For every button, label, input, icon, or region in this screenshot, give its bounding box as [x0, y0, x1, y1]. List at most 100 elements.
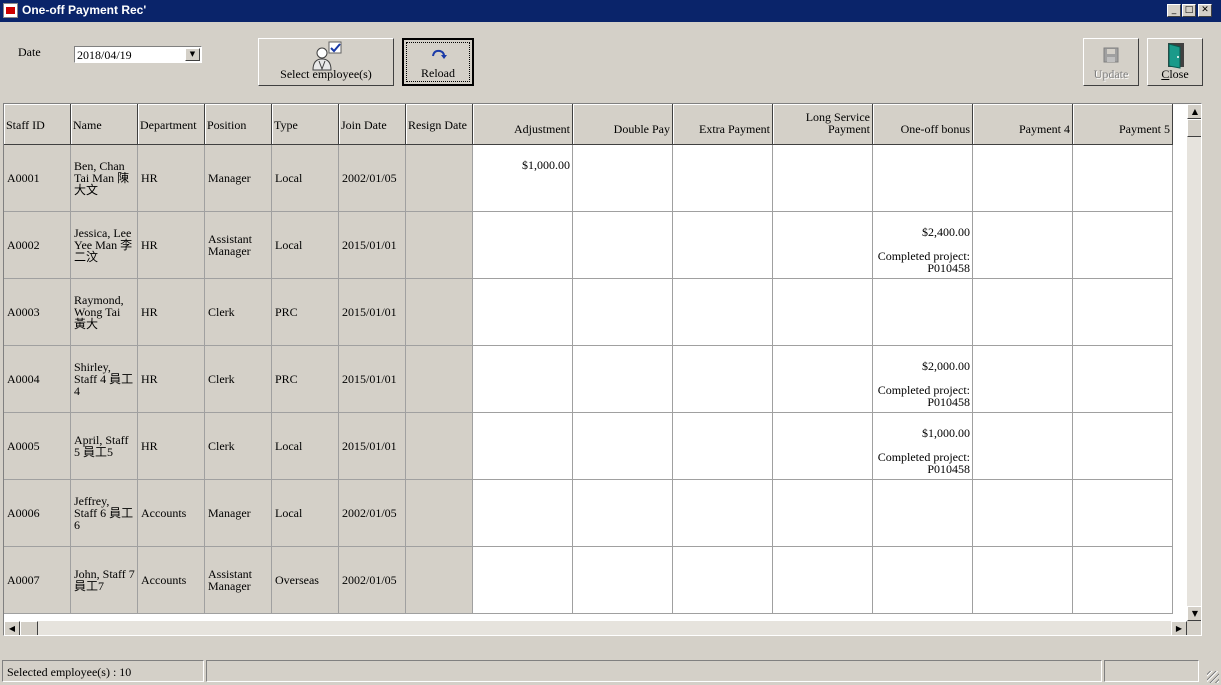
table-cell-staff-id[interactable]: A0007: [4, 547, 71, 614]
table-cell-type[interactable]: Local: [272, 480, 339, 547]
table-cell-position[interactable]: Manager: [205, 145, 272, 212]
payment-cell[interactable]: [573, 480, 673, 547]
column-header[interactable]: Position: [205, 104, 272, 145]
payment-cell[interactable]: [973, 212, 1073, 279]
payment-cell[interactable]: [1073, 346, 1173, 413]
payment-cell[interactable]: [673, 279, 773, 346]
table-cell-resign-date[interactable]: [406, 346, 473, 413]
table-cell-resign-date[interactable]: [406, 145, 473, 212]
payment-cell[interactable]: $2,400.00 Completed project: P010458: [873, 212, 973, 279]
payment-cell[interactable]: [1073, 145, 1173, 212]
payment-cell[interactable]: [973, 279, 1073, 346]
payment-grid[interactable]: Staff ID Name Department Position Type Join D…: [3, 103, 1202, 636]
column-header[interactable]: Adjustment: [473, 104, 573, 145]
payment-cell[interactable]: [873, 547, 973, 614]
reload-button[interactable]: Reload: [402, 38, 474, 86]
payment-cell[interactable]: [673, 413, 773, 480]
payment-cell[interactable]: [473, 547, 573, 614]
table-cell-join-date[interactable]: 2015/01/01: [339, 279, 406, 346]
vertical-scrollbar[interactable]: ▲ ▼: [1187, 104, 1201, 621]
table-cell-position[interactable]: Clerk: [205, 413, 272, 480]
vertical-scroll-thumb[interactable]: [1187, 119, 1201, 137]
table-cell-join-date[interactable]: 2015/01/01: [339, 346, 406, 413]
payment-cell[interactable]: [973, 480, 1073, 547]
table-cell-name[interactable]: April, Staff 5 員工5: [71, 413, 138, 480]
payment-cell[interactable]: [773, 279, 873, 346]
table-cell-join-date[interactable]: 2002/01/05: [339, 145, 406, 212]
column-header[interactable]: Resign Date: [406, 104, 473, 145]
payment-cell[interactable]: $1,000.00 Completed project: P010458: [873, 413, 973, 480]
horizontal-scroll-thumb[interactable]: [20, 621, 38, 635]
payment-cell[interactable]: [773, 212, 873, 279]
table-cell-staff-id[interactable]: A0003: [4, 279, 71, 346]
payment-cell[interactable]: [673, 346, 773, 413]
resize-grip-icon[interactable]: [1207, 671, 1219, 683]
table-cell-department[interactable]: Accounts: [138, 480, 205, 547]
table-cell-resign-date[interactable]: [406, 480, 473, 547]
table-cell-position[interactable]: Assistant Manager: [205, 547, 272, 614]
payment-cell[interactable]: [973, 413, 1073, 480]
table-cell-resign-date[interactable]: [406, 279, 473, 346]
table-cell-name[interactable]: Jeffrey, Staff 6 員工6: [71, 480, 138, 547]
payment-cell[interactable]: [1073, 279, 1173, 346]
payment-cell[interactable]: [973, 145, 1073, 212]
table-cell-name[interactable]: Raymond, Wong Tai 黃大: [71, 279, 138, 346]
column-header[interactable]: Payment 4: [973, 104, 1073, 145]
column-header[interactable]: Payment 5: [1073, 104, 1173, 145]
maximize-button[interactable]: □: [1182, 4, 1196, 17]
column-header[interactable]: Long Service Payment: [773, 104, 873, 145]
table-cell-staff-id[interactable]: A0001: [4, 145, 71, 212]
payment-cell[interactable]: [473, 413, 573, 480]
table-cell-type[interactable]: Local: [272, 212, 339, 279]
horizontal-scrollbar[interactable]: ◀ ▶: [4, 621, 1187, 635]
payment-cell[interactable]: [1073, 547, 1173, 614]
table-cell-type[interactable]: Overseas: [272, 547, 339, 614]
table-cell-position[interactable]: Clerk: [205, 279, 272, 346]
payment-cell[interactable]: [473, 279, 573, 346]
payment-cell[interactable]: [1073, 212, 1173, 279]
table-cell-staff-id[interactable]: A0005: [4, 413, 71, 480]
app-icon[interactable]: [3, 3, 18, 18]
payment-cell[interactable]: [873, 145, 973, 212]
column-header[interactable]: Type: [272, 104, 339, 145]
column-header[interactable]: Extra Payment: [673, 104, 773, 145]
payment-cell[interactable]: [573, 212, 673, 279]
column-header[interactable]: Double Pay: [573, 104, 673, 145]
payment-cell[interactable]: [773, 346, 873, 413]
table-cell-department[interactable]: Accounts: [138, 547, 205, 614]
update-button[interactable]: Update: [1083, 38, 1139, 86]
payment-cell[interactable]: [573, 547, 673, 614]
table-cell-join-date[interactable]: 2002/01/05: [339, 547, 406, 614]
table-cell-staff-id[interactable]: A0004: [4, 346, 71, 413]
payment-cell[interactable]: [473, 480, 573, 547]
payment-cell[interactable]: [773, 145, 873, 212]
table-cell-staff-id[interactable]: A0006: [4, 480, 71, 547]
payment-cell[interactable]: [673, 145, 773, 212]
table-cell-resign-date[interactable]: [406, 547, 473, 614]
payment-cell[interactable]: [673, 480, 773, 547]
minimize-button[interactable]: _: [1167, 4, 1181, 17]
table-cell-type[interactable]: Local: [272, 413, 339, 480]
payment-cell[interactable]: $2,000.00 Completed project: P010458: [873, 346, 973, 413]
table-cell-staff-id[interactable]: A0002: [4, 212, 71, 279]
chevron-down-icon[interactable]: ▼: [185, 48, 200, 61]
payment-cell[interactable]: [573, 145, 673, 212]
select-employee-button[interactable]: Select employee(s): [258, 38, 394, 86]
table-cell-resign-date[interactable]: [406, 212, 473, 279]
date-dropdown[interactable]: 2018/04/19 ▼: [74, 46, 202, 63]
close-button[interactable]: Close: [1147, 38, 1203, 86]
close-window-button[interactable]: ✕: [1198, 4, 1212, 17]
table-cell-type[interactable]: PRC: [272, 346, 339, 413]
scroll-down-icon[interactable]: ▼: [1187, 606, 1201, 621]
scroll-left-icon[interactable]: ◀: [4, 621, 20, 635]
payment-cell[interactable]: [973, 346, 1073, 413]
payment-cell[interactable]: [1073, 413, 1173, 480]
table-cell-type[interactable]: Local: [272, 145, 339, 212]
payment-cell[interactable]: [473, 212, 573, 279]
payment-cell[interactable]: [773, 547, 873, 614]
column-header[interactable]: Join Date: [339, 104, 406, 145]
payment-cell[interactable]: [873, 279, 973, 346]
table-cell-department[interactable]: HR: [138, 212, 205, 279]
scroll-up-icon[interactable]: ▲: [1187, 104, 1201, 119]
table-cell-department[interactable]: HR: [138, 145, 205, 212]
